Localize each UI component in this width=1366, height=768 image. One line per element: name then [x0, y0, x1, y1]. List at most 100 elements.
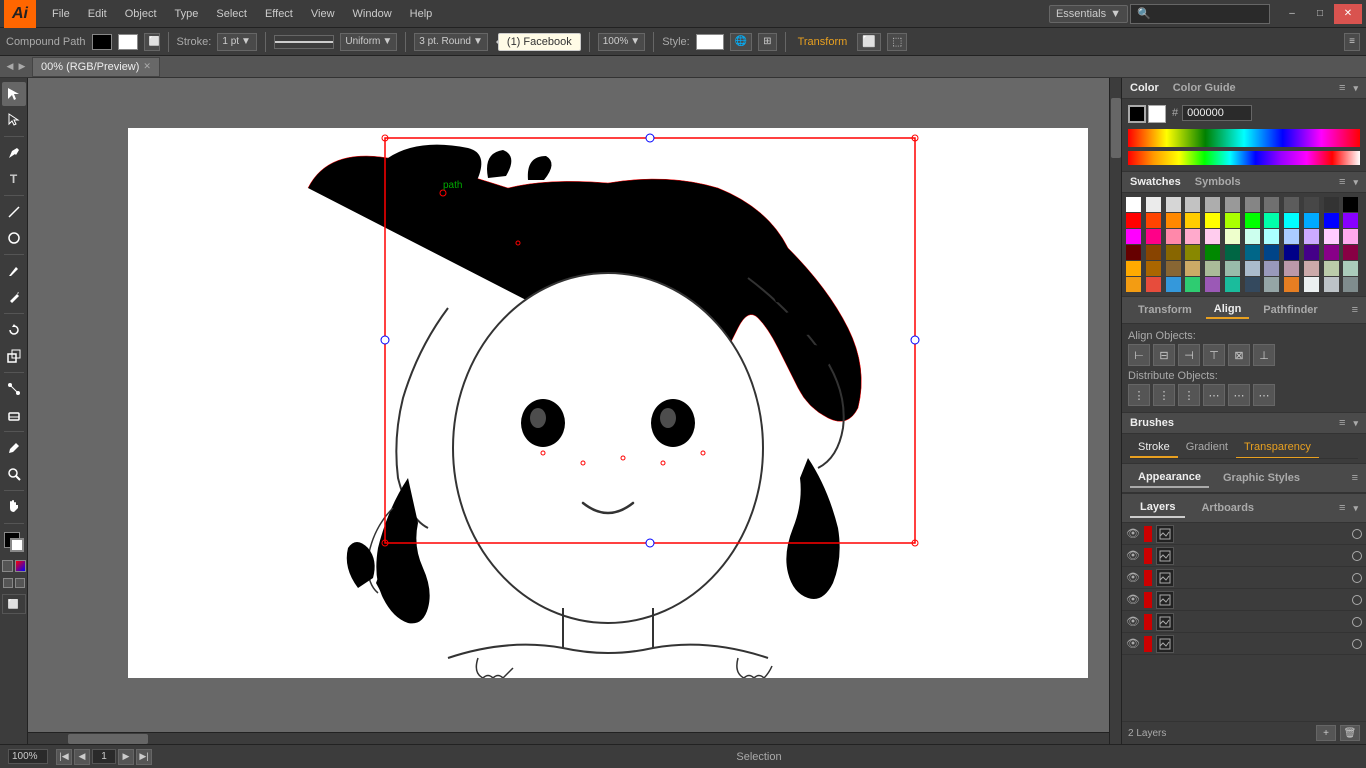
selection-tool[interactable] — [2, 82, 26, 106]
maximize-button[interactable]: □ — [1306, 4, 1334, 24]
color-panel-collapse[interactable]: ▾ — [1353, 83, 1358, 94]
layer-target[interactable] — [1352, 639, 1362, 649]
swatch-cell[interactable] — [1343, 197, 1358, 212]
layer-target[interactable] — [1352, 595, 1362, 605]
layer-target[interactable] — [1352, 573, 1362, 583]
normal-mode-btn[interactable] — [3, 578, 13, 588]
align-center-h-btn[interactable]: ⊟ — [1153, 344, 1175, 366]
graphic-styles-tab[interactable]: Graphic Styles — [1215, 469, 1308, 487]
swatch-cell[interactable] — [1264, 261, 1279, 276]
swatches-panel-options[interactable]: ≡ — [1339, 176, 1345, 188]
ellipse-tool[interactable] — [2, 226, 26, 250]
layer-visibility-icon[interactable]: 👁 — [1126, 527, 1140, 541]
swatch-cell[interactable] — [1225, 277, 1240, 292]
layers-tab[interactable]: Layers — [1130, 498, 1185, 518]
swatch-cell[interactable] — [1166, 277, 1181, 292]
menu-select[interactable]: Select — [208, 6, 255, 22]
swatch-cell[interactable] — [1264, 197, 1279, 212]
canvas-hscrollbar[interactable] — [28, 732, 1109, 744]
prev-page-btn[interactable]: ◀ — [74, 749, 90, 765]
align-left-btn[interactable]: ⊢ — [1128, 344, 1150, 366]
eraser-tool[interactable] — [2, 403, 26, 427]
swatch-cell[interactable] — [1343, 213, 1358, 228]
canvas-vscrollbar[interactable] — [1109, 78, 1121, 744]
globe-btn[interactable]: 🌐 — [730, 33, 752, 51]
tab-back-btn[interactable]: ◀ — [4, 61, 16, 73]
layers-panel-collapse[interactable]: ▾ — [1353, 503, 1358, 514]
transform-btn[interactable]: Transform — [794, 34, 852, 50]
uniform-dropdown[interactable]: Uniform▼ — [340, 33, 397, 51]
swatch-cell[interactable] — [1146, 213, 1161, 228]
type-tool[interactable]: T — [2, 167, 26, 191]
layer-visibility-icon[interactable]: 👁 — [1126, 615, 1140, 629]
swatch-cell[interactable] — [1245, 245, 1260, 260]
swatch-cell[interactable] — [1343, 245, 1358, 260]
stroke-weight-dropdown[interactable]: 1 pt▼ — [217, 33, 257, 51]
swatch-cell[interactable] — [1185, 245, 1200, 260]
swatch-cell[interactable] — [1245, 213, 1260, 228]
swatch-cell[interactable] — [1343, 261, 1358, 276]
swatch-cell[interactable] — [1324, 197, 1339, 212]
first-page-btn[interactable]: |◀ — [56, 749, 72, 765]
arrange-btn[interactable]: ⬚ — [887, 33, 907, 51]
full-screen-btn[interactable] — [15, 578, 25, 588]
gradient-tab[interactable]: Gradient — [1178, 438, 1236, 458]
menu-edit[interactable]: Edit — [80, 6, 115, 22]
swatch-cell[interactable] — [1225, 229, 1240, 244]
delete-layer-btn[interactable]: 🗑 — [1340, 725, 1360, 741]
gradient-color-btn[interactable] — [15, 560, 26, 572]
dist-center-v-btn[interactable]: ⋯ — [1228, 384, 1250, 406]
round-cap-dropdown[interactable]: 3 pt. Round▼ — [414, 33, 488, 51]
swatch-cell[interactable] — [1126, 213, 1141, 228]
brushes-panel-options[interactable]: ≡ — [1339, 417, 1345, 429]
align-top-btn[interactable]: ⊤ — [1203, 344, 1225, 366]
swatch-cell[interactable] — [1205, 277, 1220, 292]
artboards-tab[interactable]: Artboards — [1191, 499, 1264, 517]
align-icon-btn[interactable]: ⬜ — [857, 33, 881, 51]
layer-target[interactable] — [1352, 617, 1362, 627]
swatch-cell[interactable] — [1126, 229, 1141, 244]
background-swatch[interactable] — [1148, 105, 1166, 123]
swatch-cell[interactable] — [1205, 213, 1220, 228]
swatch-cell[interactable] — [1166, 261, 1181, 276]
swatch-cell[interactable] — [1284, 277, 1299, 292]
menu-view[interactable]: View — [303, 6, 343, 22]
swatch-cell[interactable] — [1126, 197, 1141, 212]
swatch-cell[interactable] — [1225, 261, 1240, 276]
layer-row[interactable]: 👁 — [1122, 589, 1366, 611]
layer-row[interactable]: 👁 — [1122, 567, 1366, 589]
swatch-cell[interactable] — [1343, 229, 1358, 244]
swatch-cell[interactable] — [1205, 229, 1220, 244]
stroke-color-swatch[interactable] — [10, 538, 24, 552]
layer-visibility-icon[interactable]: 👁 — [1126, 637, 1140, 651]
swatch-cell[interactable] — [1126, 277, 1141, 292]
artboard-btn[interactable]: ⬜ — [2, 594, 26, 614]
swatch-cell[interactable] — [1284, 197, 1299, 212]
swatch-cell[interactable] — [1185, 261, 1200, 276]
swatch-cell[interactable] — [1166, 245, 1181, 260]
swatch-cell[interactable] — [1304, 197, 1319, 212]
hex-input[interactable] — [1182, 105, 1252, 121]
swatch-cell[interactable] — [1304, 277, 1319, 292]
menu-window[interactable]: Window — [345, 6, 400, 22]
pencil-tool[interactable] — [2, 285, 26, 309]
swatch-cell[interactable] — [1304, 213, 1319, 228]
swatch-cell[interactable] — [1205, 245, 1220, 260]
layer-visibility-icon[interactable]: 👁 — [1126, 549, 1140, 563]
pathfinder-tab[interactable]: Pathfinder — [1255, 302, 1325, 318]
swatch-cell[interactable] — [1245, 197, 1260, 212]
swatch-cell[interactable] — [1225, 197, 1240, 212]
search-input[interactable] — [1130, 4, 1270, 24]
dist-bottom-btn[interactable]: ⋯ — [1253, 384, 1275, 406]
swatch-cell[interactable] — [1185, 229, 1200, 244]
swatch-cell[interactable] — [1225, 213, 1240, 228]
swatch-cell[interactable] — [1185, 213, 1200, 228]
tab-forward-btn[interactable]: ▶ — [16, 61, 28, 73]
layer-row[interactable]: 👁 — [1122, 611, 1366, 633]
brushes-panel-collapse[interactable]: ▾ — [1353, 418, 1358, 429]
swatch-cell[interactable] — [1324, 213, 1339, 228]
swatch-cell[interactable] — [1304, 245, 1319, 260]
swatch-cell[interactable] — [1264, 229, 1279, 244]
align-tab[interactable]: Align — [1206, 301, 1250, 319]
transform-tab[interactable]: Transform — [1130, 302, 1200, 318]
